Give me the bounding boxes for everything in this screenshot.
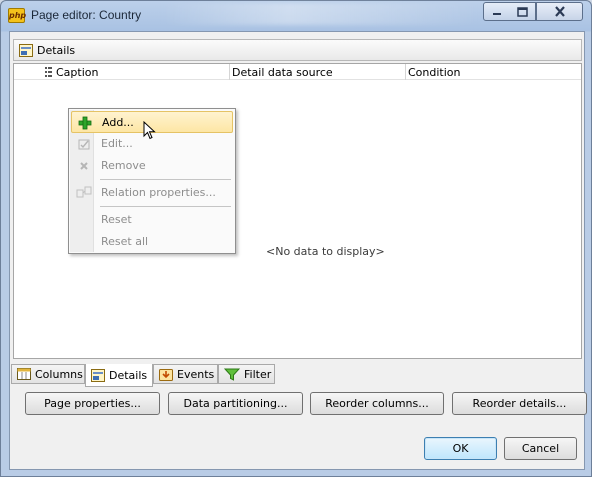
- column-header-caption[interactable]: Caption: [56, 66, 98, 79]
- menu-item-reset-all-label: Reset all: [101, 235, 149, 248]
- close-icon: [554, 6, 565, 17]
- grid-header: Caption Detail data source Condition: [14, 64, 581, 80]
- menu-item-reset[interactable]: Reset: [71, 209, 233, 231]
- title-bar[interactable]: php Page editor: Country: [1, 1, 591, 31]
- mouse-pointer-icon: [143, 121, 156, 140]
- tab-events[interactable]: Events: [153, 364, 218, 384]
- tab-details-label: Details: [109, 368, 148, 382]
- add-icon: [78, 116, 92, 130]
- events-icon: [159, 368, 173, 381]
- column-header-detail-data-source[interactable]: Detail data source: [232, 66, 333, 79]
- menu-separator: [100, 179, 231, 180]
- no-data-message: <No data to display>: [266, 245, 385, 258]
- menu-item-reset-label: Reset: [101, 213, 132, 226]
- reorder-details-button[interactable]: Reorder details...: [452, 392, 587, 415]
- reorder-columns-button[interactable]: Reorder columns...: [310, 392, 444, 415]
- columns-icon: [17, 368, 31, 380]
- tab-columns[interactable]: Columns: [11, 364, 85, 384]
- tab-events-label: Events: [177, 367, 215, 381]
- page-editor-window: php Page editor: Country Details Caption…: [0, 0, 592, 477]
- title-bar-glass-reflection: [161, 3, 481, 25]
- minimize-button[interactable]: [483, 2, 510, 21]
- maximize-button[interactable]: [509, 2, 536, 21]
- column-separator[interactable]: [229, 64, 230, 80]
- details-group-header: Details: [13, 39, 582, 61]
- tab-filter-label: Filter: [244, 367, 272, 381]
- page-properties-button[interactable]: Page properties...: [25, 392, 160, 415]
- column-header-condition[interactable]: Condition: [408, 66, 461, 79]
- details-icon: [19, 44, 33, 57]
- data-partitioning-button[interactable]: Data partitioning...: [168, 392, 303, 415]
- maximize-icon: [516, 6, 528, 17]
- menu-item-relation-properties-label: Relation properties...: [101, 186, 216, 199]
- tab-columns-label: Columns: [35, 367, 83, 381]
- tab-filter[interactable]: Filter: [218, 364, 275, 384]
- menu-item-edit-label: Edit...: [101, 137, 133, 150]
- column-separator[interactable]: [405, 64, 406, 80]
- editor-tab-strip: Columns Details Events Filter: [10, 364, 584, 387]
- menu-item-reset-all[interactable]: Reset all: [71, 231, 233, 253]
- remove-icon: [80, 162, 88, 170]
- php-app-icon: php: [8, 8, 26, 23]
- cancel-button[interactable]: Cancel: [504, 437, 577, 460]
- minimize-icon: [492, 12, 501, 15]
- menu-item-relation-properties[interactable]: Relation properties...: [71, 182, 233, 204]
- column-chooser-icon[interactable]: [45, 67, 52, 77]
- menu-separator: [100, 206, 231, 207]
- window-title: Page editor: Country: [31, 8, 142, 22]
- menu-item-remove-label: Remove: [101, 159, 146, 172]
- details-group-label: Details: [37, 44, 76, 57]
- edit-icon: [78, 139, 90, 150]
- relation-icon: [76, 186, 92, 198]
- menu-item-remove[interactable]: Remove: [71, 155, 233, 177]
- details-icon: [91, 368, 105, 382]
- filter-icon: [224, 368, 240, 381]
- tab-details[interactable]: Details: [85, 364, 153, 387]
- close-button[interactable]: [536, 2, 583, 21]
- menu-item-add-label: Add...: [102, 116, 134, 129]
- ok-button[interactable]: OK: [424, 437, 497, 460]
